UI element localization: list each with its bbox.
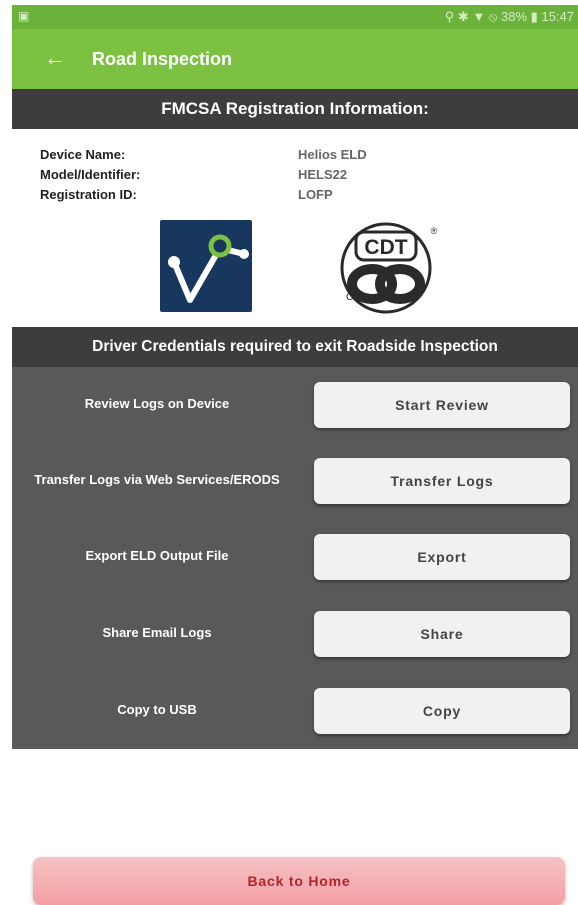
cdt-logo: CDT ® C (340, 222, 440, 314)
export-label: Export ELD Output File (85, 548, 229, 563)
actions-panel: Review Logs on Device Start Review Trans… (12, 367, 578, 749)
transfer-logs-button[interactable]: Transfer Logs (314, 458, 570, 504)
registration-info: Device Name: Helios ELD Model/Identifier… (40, 147, 460, 207)
notification-icon: ▣ (18, 9, 30, 23)
export-button[interactable]: Export (314, 534, 570, 580)
wifi-icon: ▼ (472, 9, 486, 24)
app-bar: ← Road Inspection (12, 29, 578, 89)
model-label: Model/Identifier: (40, 167, 141, 182)
registration-header: FMCSA Registration Information: (12, 89, 578, 129)
share-email-label: Share Email Logs (102, 625, 212, 640)
location-icon: ⚲ (444, 9, 455, 24)
cdt-text: CDT (364, 236, 407, 259)
page-title: Road Inspection (92, 49, 233, 69)
device-name-value: Helios ELD (298, 147, 367, 162)
clock: 15:47 (541, 9, 574, 24)
copy-usb-label: Copy to USB (117, 702, 197, 717)
action-row-copy: Copy to USB Copy (12, 688, 578, 736)
action-row-export: Export ELD Output File Export (12, 534, 578, 582)
action-row-share: Share Email Logs Share (12, 611, 578, 659)
registered-mark: ® (431, 226, 438, 236)
review-logs-label: Review Logs on Device (84, 396, 230, 411)
helios-logo (160, 220, 252, 312)
info-row-model: Model/Identifier: HELS22 (40, 167, 460, 187)
battery-level: 38% (501, 9, 528, 24)
action-row-transfer: Transfer Logs via Web Services/ERODS Tra… (12, 458, 578, 506)
info-row-device-name: Device Name: Helios ELD (40, 147, 460, 167)
status-bar: ▣ ⚲ ✱ ▼ ⦸ 38% ▮ 15:47 (12, 5, 578, 29)
copy-button[interactable]: Copy (314, 688, 570, 734)
device-name-label: Device Name: (40, 147, 126, 162)
registration-id-label: Registration ID: (40, 187, 137, 202)
status-indicators: ⚲ ✱ ▼ ⦸ 38% ▮ 15:47 (445, 9, 574, 25)
action-row-review: Review Logs on Device Start Review (12, 382, 578, 430)
cdt-c-mark: C (346, 292, 353, 303)
do-not-disturb-icon: ⦸ (488, 9, 498, 24)
info-row-registration-id: Registration ID: LOFP (40, 187, 460, 207)
arrow-left-icon[interactable]: ← (44, 47, 66, 69)
back-to-home-button[interactable]: Back to Home (33, 857, 565, 905)
share-button[interactable]: Share (314, 611, 570, 657)
model-value: HELS22 (298, 167, 348, 182)
battery-icon: ▮ (530, 9, 538, 24)
transfer-logs-label: Transfer Logs via Web Services/ERODS (34, 472, 280, 487)
start-review-button[interactable]: Start Review (314, 382, 570, 428)
bluetooth-icon: ✱ (457, 9, 469, 24)
credentials-header: Driver Credentials required to exit Road… (12, 327, 578, 367)
registration-id-value: LOFP (298, 187, 333, 202)
